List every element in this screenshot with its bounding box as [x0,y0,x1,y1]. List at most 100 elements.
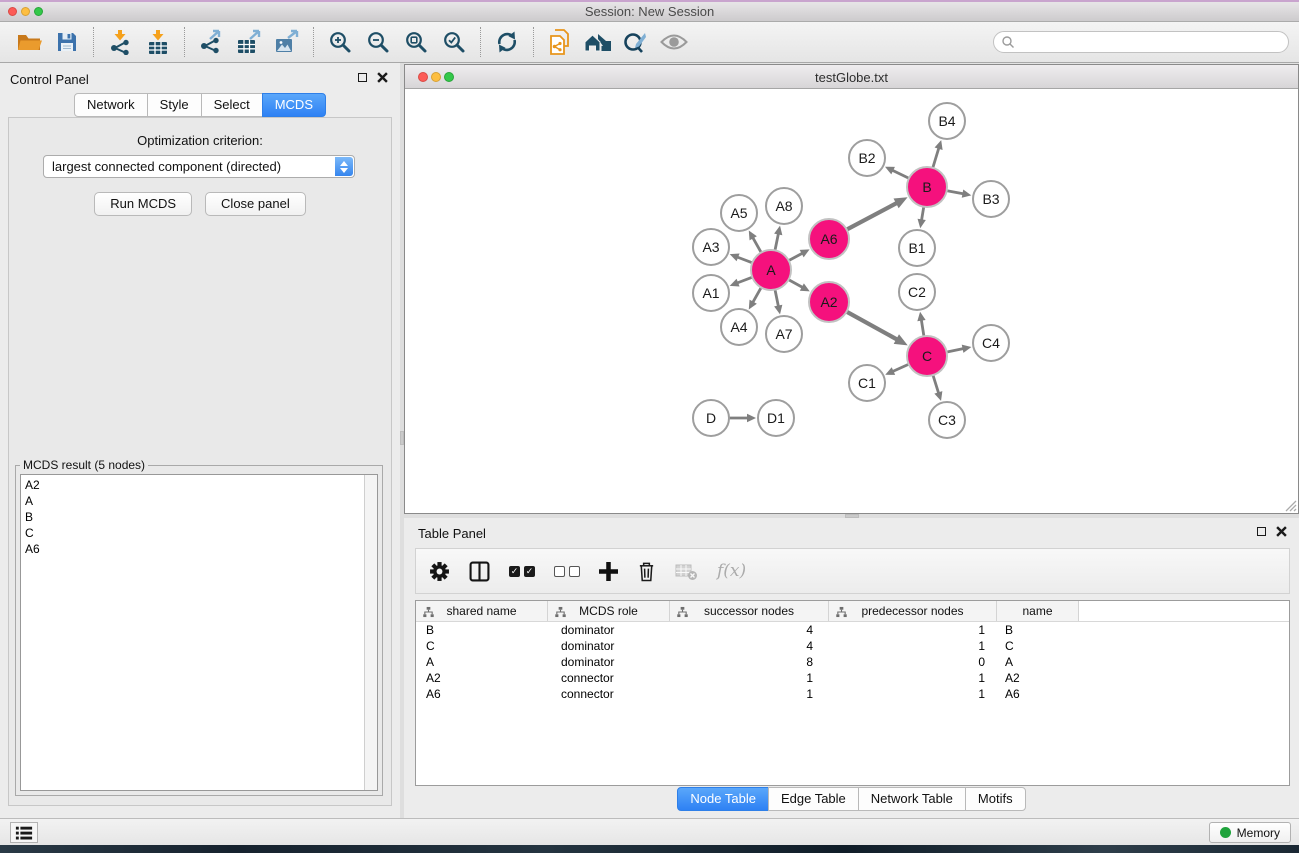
graph-node-C4[interactable]: C4 [973,325,1009,361]
run-mcds-button[interactable]: Run MCDS [94,192,192,216]
graph-node-A8[interactable]: A8 [766,188,802,224]
network-window-titlebar[interactable]: testGlobe.txt [405,65,1298,89]
show-hide-panels-button[interactable] [655,25,693,59]
table-settings-button[interactable] [429,561,450,582]
mcds-result-item[interactable]: A6 [21,541,377,557]
graph-node-A2[interactable]: A2 [809,282,849,322]
column-header-predecessor-nodes[interactable]: predecessor nodes [829,601,997,621]
duplicate-network-button[interactable] [541,25,579,59]
zoom-in-button[interactable] [321,25,359,59]
show-all-networks-button[interactable] [579,25,617,59]
search-input[interactable] [1015,33,1288,51]
deselect-all-button[interactable] [554,566,580,577]
close-panel-icon[interactable] [377,72,388,83]
table-row[interactable]: Adominator80A [416,654,1289,670]
tab-network-table[interactable]: Network Table [858,787,966,811]
tab-motifs[interactable]: Motifs [965,787,1026,811]
graph-node-A3[interactable]: A3 [693,229,729,265]
graph-edge-C-C4 [948,349,963,352]
graph-node-C1[interactable]: C1 [849,365,885,401]
graph-node-B4[interactable]: B4 [929,103,965,139]
export-table-button[interactable] [230,25,268,59]
svg-text:B1: B1 [908,240,925,256]
graph-edge-B-B2 [893,171,908,178]
apply-style-button[interactable] [617,25,655,59]
graph-node-A[interactable]: A [751,250,791,290]
delete-table-button[interactable] [675,562,698,581]
tab-network[interactable]: Network [74,93,148,117]
optimization-criterion-select[interactable]: largest connected component (directed) [43,155,355,178]
mcds-result-item[interactable]: A [21,493,377,509]
tab-style[interactable]: Style [147,93,202,117]
graph-node-C[interactable]: C [907,336,947,376]
toolbar-separator [93,27,94,57]
graph-node-A5[interactable]: A5 [721,195,757,231]
table-cell: 4 [670,622,829,638]
mcds-result-item[interactable]: A2 [21,475,377,493]
graph-node-B3[interactable]: B3 [973,181,1009,217]
import-network-button[interactable] [101,25,139,59]
resize-grip-icon[interactable] [1282,497,1297,512]
open-file-button[interactable] [10,25,48,59]
tab-select[interactable]: Select [201,93,263,117]
tab-edge-table[interactable]: Edge Table [768,787,859,811]
graph-node-A4[interactable]: A4 [721,309,757,345]
graph-node-B2[interactable]: B2 [849,140,885,176]
column-layout-button[interactable] [469,561,490,582]
result-list-scrollbar[interactable] [364,475,377,790]
task-history-button[interactable] [10,822,38,843]
export-network-icon [198,29,224,55]
graph-node-A7[interactable]: A7 [766,316,802,352]
gear-icon [429,561,450,582]
column-header-successor-nodes[interactable]: successor nodes [670,601,829,621]
import-table-button[interactable] [139,25,177,59]
delete-column-button[interactable] [637,561,656,582]
graph-node-A6[interactable]: A6 [809,219,849,259]
table-cell: 1 [829,622,997,638]
zoom-selected-button[interactable] [435,25,473,59]
zoom-out-button[interactable] [359,25,397,59]
mcds-result-list[interactable]: A2ABCA6 [20,474,378,791]
table-row[interactable]: Bdominator41B [416,622,1289,638]
graph-node-D[interactable]: D [693,400,729,436]
graph-node-A1[interactable]: A1 [693,275,729,311]
mcds-tab-content: Optimization criterion: largest connecte… [8,117,392,806]
graph-node-C2[interactable]: C2 [899,274,935,310]
table-row[interactable]: A2connector11A2 [416,670,1289,686]
column-header-MCDS-role[interactable]: MCDS role [548,601,670,621]
refresh-layout-button[interactable] [488,25,526,59]
graph-node-D1[interactable]: D1 [758,400,794,436]
float-panel-icon[interactable] [358,73,367,82]
mcds-result-item[interactable]: B [21,509,377,525]
close-table-panel-icon[interactable] [1276,526,1287,537]
table-row[interactable]: Cdominator41C [416,638,1289,654]
svg-text:B: B [922,179,931,195]
select-all-button[interactable]: ✓✓ [509,566,535,577]
save-session-button[interactable] [48,25,86,59]
close-panel-button[interactable]: Close panel [205,192,306,216]
network-canvas[interactable]: B4 B2 B B3 A8A5 A6 A3 B1 A A1 C2 A2 A4A7 C4 C C1 C3 D D1 [405,89,1298,513]
status-bar: Memory [0,818,1299,845]
zoom-fit-button[interactable] [397,25,435,59]
table-row[interactable]: A6connector11A6 [416,686,1289,702]
column-header-shared-name[interactable]: shared name [416,601,548,621]
export-image-button[interactable] [268,25,306,59]
graph-node-B1[interactable]: B1 [899,230,935,266]
function-builder-button[interactable]: f(x) [717,561,746,581]
tab-node-table[interactable]: Node Table [677,787,769,811]
hierarchy-icon [555,606,566,618]
memory-status-icon [1220,827,1231,838]
add-column-button[interactable] [599,562,618,581]
table-cell: 1 [670,670,829,686]
column-header-name[interactable]: name [997,601,1079,621]
edge-arrowhead [962,190,972,198]
float-table-panel-icon[interactable] [1257,527,1266,536]
export-network-button[interactable] [192,25,230,59]
graph-node-B[interactable]: B [907,167,947,207]
memory-status-button[interactable]: Memory [1209,822,1291,843]
mcds-result-item[interactable]: C [21,525,377,541]
graph-node-C3[interactable]: C3 [929,402,965,438]
table-cell: connector [548,686,670,702]
tab-mcds[interactable]: MCDS [262,93,326,117]
svg-text:C2: C2 [908,284,926,300]
